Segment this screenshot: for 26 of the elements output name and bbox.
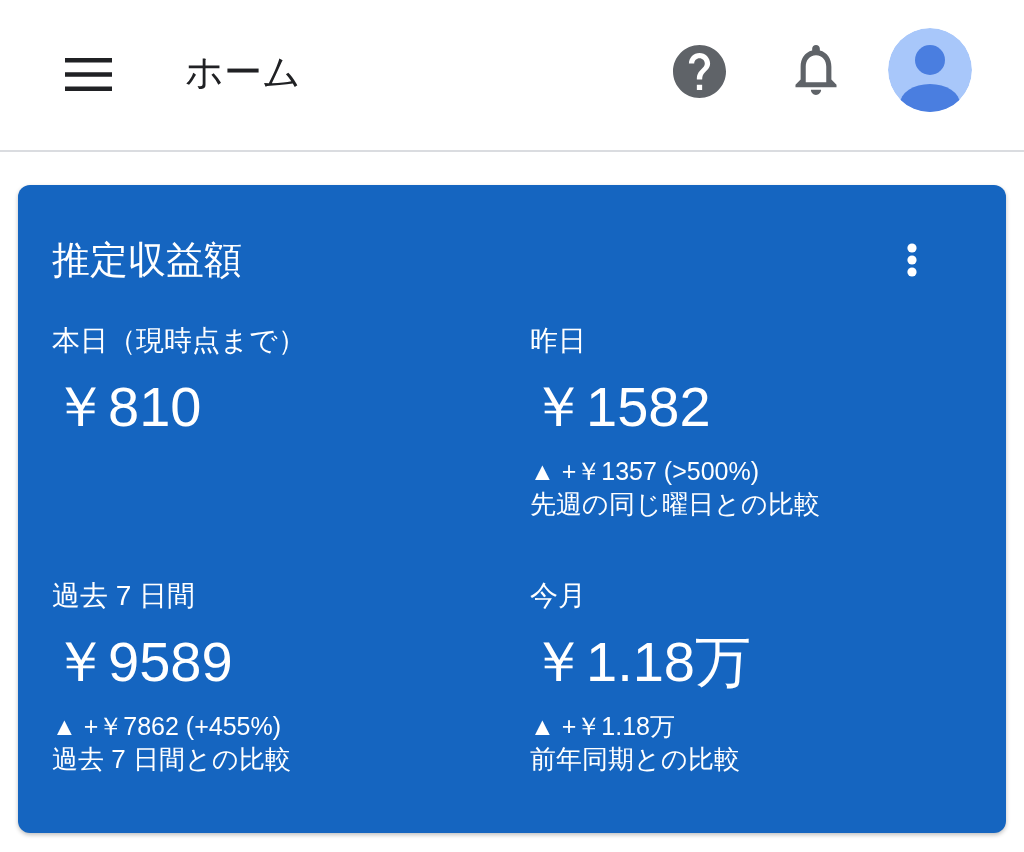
stat-comparison: 先週の同じ曜日との比較 [530, 488, 820, 521]
stat-comparison: 過去 7 日間との比較 [52, 743, 291, 776]
page-title: ホーム [185, 50, 301, 95]
menu-button[interactable] [65, 57, 112, 91]
stat-label: 昨日 [530, 324, 586, 358]
stat-value: ￥1.18万 [530, 630, 751, 694]
more-icon [906, 243, 918, 277]
help-button[interactable] [673, 44, 726, 98]
help-icon [673, 44, 726, 98]
stat-value: ￥810 [52, 375, 202, 439]
bell-icon [794, 45, 838, 95]
notifications-button[interactable] [794, 45, 838, 95]
stat-label: 本日（現時点まで） [52, 324, 306, 358]
stat-change: ▲ +￥7862 (+455%) [52, 711, 282, 742]
stat-comparison: 前年同期との比較 [530, 743, 740, 776]
stat-value: ￥1582 [530, 375, 711, 439]
account-button[interactable] [888, 28, 972, 112]
menu-icon [65, 57, 112, 91]
stat-label: 今月 [530, 579, 586, 613]
avatar-icon [888, 28, 972, 112]
more-button[interactable] [906, 243, 918, 277]
stat-change: ▲ +￥1.18万 [530, 711, 675, 742]
stat-label: 過去 7 日間 [52, 579, 196, 613]
card-title: 推定収益額 [52, 238, 242, 283]
stat-value: ￥9589 [52, 630, 233, 694]
stat-change: ▲ +￥1357 (>500%) [530, 456, 760, 487]
